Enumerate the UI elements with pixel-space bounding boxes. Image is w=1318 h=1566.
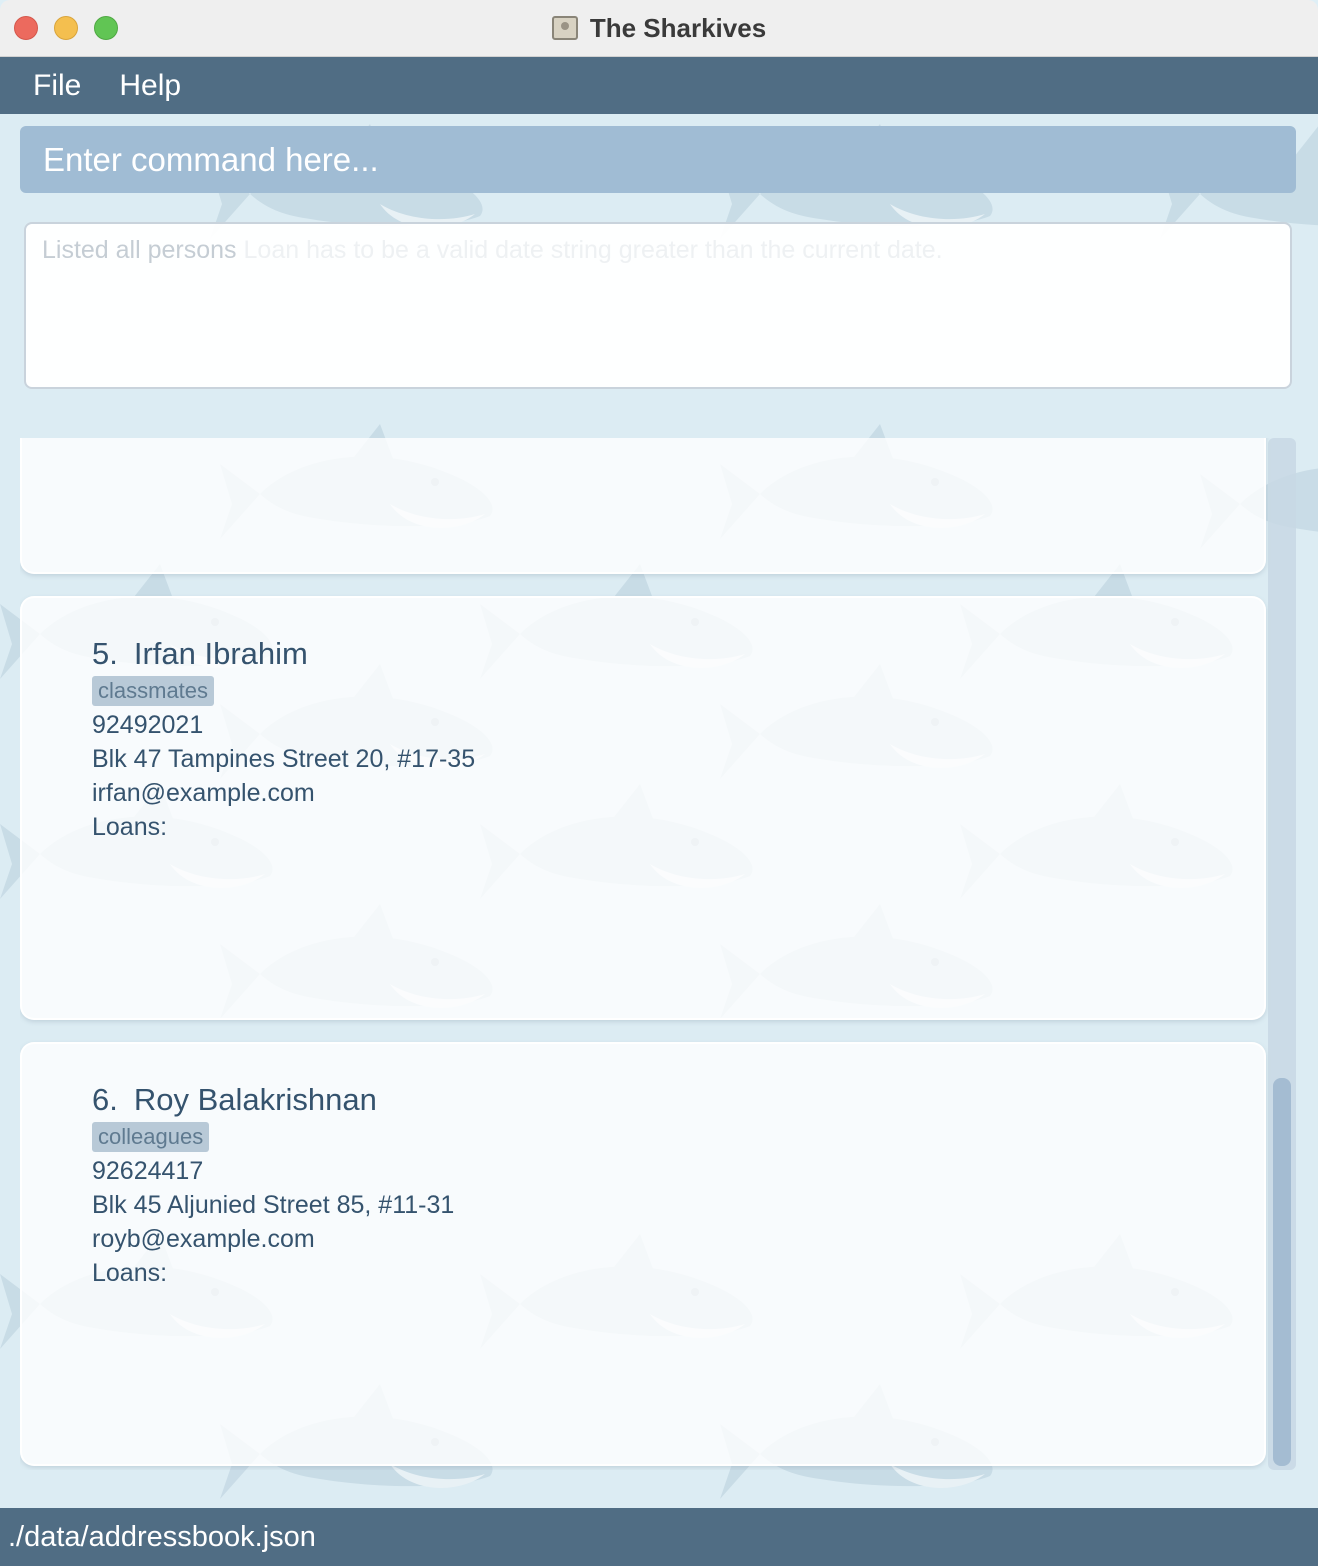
app-window: The Sharkives File Help Listed all perso…: [0, 0, 1318, 1566]
menu-bar: File Help: [0, 57, 1318, 114]
command-box: [20, 126, 1296, 193]
result-message-faded: Loan has to be a valid date string great…: [243, 236, 943, 264]
person-address: Blk 47 Tampines Street 20, #17-35: [92, 745, 476, 773]
person-address: Blk 45 Aljunied Street 85, #11-31: [92, 1191, 455, 1219]
person-card-content: 5. Irfan Ibrahim classmates 92492021 Blk …: [92, 634, 475, 844]
status-bar: ./data/addressbook.json: [0, 1508, 1318, 1566]
person-email: royb@example.com: [92, 1225, 315, 1253]
person-phone: 92492021: [92, 711, 204, 739]
person-loans-label: Loans:: [92, 1259, 168, 1287]
person-list[interactable]: 5. Irfan Ibrahim classmates 92492021 Blk …: [20, 438, 1296, 1470]
scrollbar-thumb[interactable]: [1273, 1078, 1291, 1466]
title-bar: The Sharkives: [0, 0, 1318, 57]
person-name: Irfan Ibrahim: [133, 636, 308, 671]
person-loans-label: Loans:: [92, 813, 168, 841]
person-card[interactable]: 5. Irfan Ibrahim classmates 92492021 Blk …: [20, 596, 1266, 1020]
person-phone: 92624417: [92, 1157, 204, 1185]
result-display[interactable]: Listed all persons Loan has to be a vali…: [24, 222, 1292, 389]
person-card[interactable]: 6. Roy Balakrishnan colleagues 92624417 B…: [20, 1042, 1266, 1466]
person-tag: colleagues: [92, 1122, 210, 1152]
person-name-row: 5. Irfan Ibrahim: [92, 634, 475, 674]
list-scrollbar[interactable]: [1268, 438, 1296, 1470]
person-index: 5.: [92, 636, 118, 671]
person-email: irfan@example.com: [92, 779, 315, 807]
menu-help[interactable]: Help: [119, 69, 181, 103]
person-name: Roy Balakrishnan: [133, 1082, 377, 1117]
result-message: Listed all persons: [42, 236, 237, 264]
menu-file[interactable]: File: [33, 69, 81, 103]
window-title-group: The Sharkives: [0, 10, 1318, 46]
person-tag: classmates: [92, 676, 215, 706]
address-book-icon: [551, 16, 578, 40]
person-card-content: 6. Roy Balakrishnan colleagues 92624417 B…: [92, 1080, 454, 1290]
person-name-row: 6. Roy Balakrishnan: [92, 1080, 454, 1120]
person-card-partial[interactable]: [20, 438, 1266, 574]
command-input[interactable]: [41, 139, 1296, 180]
save-file-path: ./data/addressbook.json: [8, 1520, 316, 1553]
person-index: 6.: [92, 1082, 118, 1117]
window-title: The Sharkives: [589, 12, 767, 43]
